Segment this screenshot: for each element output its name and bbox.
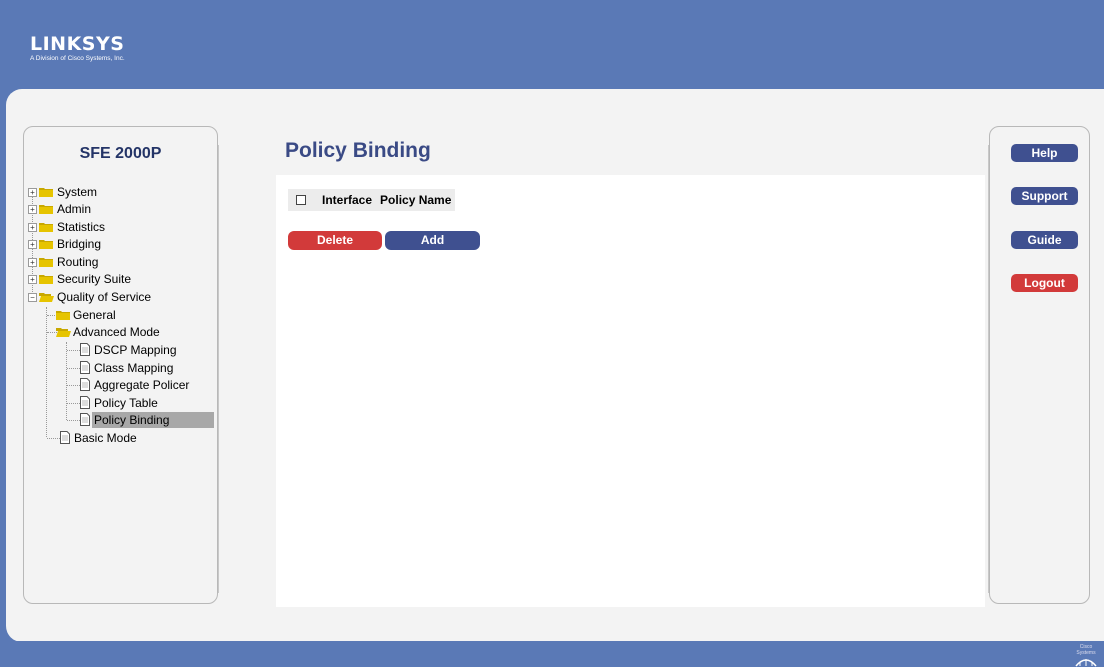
nav-item-security-suite[interactable]: + Security Suite [26,271,133,287]
page-title: Policy Binding [285,139,431,162]
page-icon [80,361,90,374]
open-folder-icon [56,328,71,337]
guide-button[interactable]: Guide [1011,231,1078,249]
linksys-logo: LINKSYS A Division of Cisco Systems, Inc… [30,34,125,63]
expand-icon[interactable]: + [28,258,37,267]
nav-label: Aggregate Policer [94,378,190,392]
brand-tagline: A Division of Cisco Systems, Inc. [30,55,125,62]
nav-item-admin[interactable]: + Admin [26,201,93,217]
brand-name: LINKSYS [30,33,125,55]
page-icon [80,378,90,391]
page-icon [80,343,90,356]
nav-item-dscp-mapping[interactable]: DSCP Mapping [80,342,179,358]
expand-icon[interactable]: + [28,205,37,214]
folder-icon [39,240,53,249]
folder-icon [39,205,53,214]
expand-icon[interactable]: + [28,188,37,197]
nav-label: Class Mapping [94,361,174,375]
nav-item-aggregate-policer[interactable]: Aggregate Policer [80,377,191,393]
add-button[interactable]: Add [385,231,480,250]
column-policy-name: Policy Name [380,193,452,207]
nav-item-policy-table[interactable]: Policy Table [80,395,160,411]
logout-button[interactable]: Logout [1011,274,1078,292]
nav-item-class-mapping[interactable]: Class Mapping [80,360,175,376]
folder-icon [39,275,53,284]
nav-item-policy-binding[interactable]: Policy Binding [80,412,214,428]
nav-item-statistics[interactable]: + Statistics [26,219,107,235]
open-folder-icon [39,293,54,302]
page-icon [60,431,70,444]
folder-icon [39,258,53,267]
nav-label: Routing [57,255,99,269]
folder-icon [39,188,53,197]
page-icon [80,396,90,409]
nav-item-quality-of-service[interactable]: − Quality of Service [26,289,153,305]
nav-item-bridging[interactable]: + Bridging [26,236,103,252]
nav-label: Security Suite [57,272,132,286]
expand-icon[interactable]: + [28,275,37,284]
content-area: Interface Policy Name Delete Add [276,175,985,607]
nav-item-general[interactable]: General [56,307,118,323]
nav-label: Policy Table [94,396,158,410]
nav-label: General [73,308,116,322]
device-model: SFE 2000P [79,145,162,162]
folder-icon [56,311,70,320]
nav-label: Quality of Service [57,290,152,304]
nav-label: Policy Binding [92,412,214,428]
help-button[interactable]: Help [1011,144,1078,162]
column-interface: Interface [322,193,373,207]
nav-item-advanced-mode[interactable]: Advanced Mode [56,324,162,340]
nav-label: Basic Mode [74,431,137,445]
expand-icon[interactable]: + [28,240,37,249]
nav-item-basic-mode[interactable]: Basic Mode [60,430,139,446]
cisco-text: Cisco Systems [1076,644,1096,656]
nav-item-routing[interactable]: + Routing [26,254,100,270]
delete-button[interactable]: Delete [288,231,382,250]
page-icon [80,413,90,426]
collapse-icon[interactable]: − [28,293,37,302]
nav-label: DSCP Mapping [94,343,177,357]
select-all-checkbox[interactable] [296,195,306,205]
header-bar: LINKSYS A Division of Cisco Systems, Inc… [0,0,1104,90]
cisco-logo: Cisco Systems [1072,644,1100,667]
nav-label: Statistics [57,220,106,234]
table-header: Interface Policy Name [288,189,456,211]
nav-label: Advanced Mode [73,325,160,339]
nav-item-system[interactable]: + System [26,184,99,200]
folder-icon [39,223,53,232]
nav-label: System [57,185,98,199]
expand-icon[interactable]: + [28,223,37,232]
support-button[interactable]: Support [1011,187,1078,205]
nav-label: Admin [57,202,92,216]
footer-bar [0,641,1104,664]
nav-divider [218,145,219,593]
nav-label: Bridging [57,237,102,251]
cisco-bridge-icon [1075,659,1097,667]
